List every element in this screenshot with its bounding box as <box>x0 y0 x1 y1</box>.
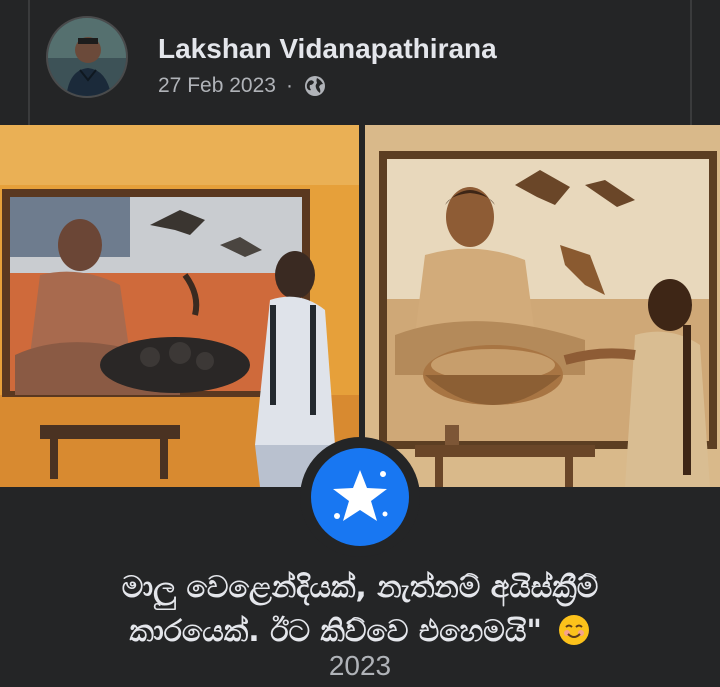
painting-right[interactable] <box>365 125 720 487</box>
post-header: Lakshan Vidanapathirana 27 Feb 2023 · <box>0 0 720 125</box>
caption-line-1: මාලු වෙළෙන්දියක්, නැත්නම් අයිස්ක්‍රීම් <box>121 570 599 605</box>
globe-icon[interactable] <box>303 74 327 98</box>
avatar[interactable] <box>46 16 128 98</box>
post-caption: මාලු වෙළෙන්දියක්, නැත්නම් අයිස්ක්‍රීම් ක… <box>0 566 720 654</box>
painting-left-image <box>0 125 359 487</box>
post-images[interactable] <box>0 125 720 487</box>
author-name[interactable]: Lakshan Vidanapathirana <box>158 33 497 65</box>
caption-line-2: කාරයෙක්. ඊට කිව්වෙ එහෙමයි" <box>129 614 543 649</box>
caption-year: 2023 <box>328 650 392 681</box>
caption-line-2-wrap: කාරයෙක්. ඊට කිව්වෙ එහෙමයි" <box>0 610 720 654</box>
divider-left <box>28 0 30 125</box>
meta-separator: · <box>285 74 293 97</box>
post-date[interactable]: 27 Feb 2023 <box>158 74 276 98</box>
star-icon <box>333 470 388 521</box>
smiling-face-icon <box>559 615 590 645</box>
star-badge-inner <box>311 448 409 546</box>
avatar-photo <box>48 18 126 96</box>
post-meta: 27 Feb 2023 · <box>158 74 327 98</box>
star-badge[interactable] <box>300 437 420 557</box>
painting-left[interactable] <box>0 125 359 487</box>
divider-right <box>690 0 692 125</box>
painting-right-image <box>365 125 720 487</box>
